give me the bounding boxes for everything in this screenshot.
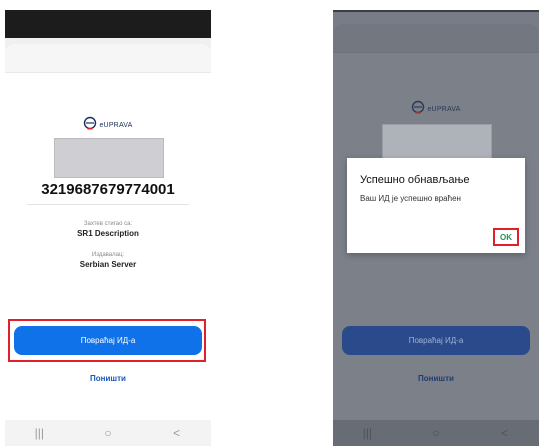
recent-apps-icon[interactable]: ||| bbox=[29, 426, 49, 440]
recover-id-button: Повраћај ИД-а bbox=[342, 326, 530, 355]
back-icon[interactable]: < bbox=[167, 426, 187, 440]
id-number: 3219687679774001 bbox=[41, 181, 175, 198]
dialog-message: Ваш ИД је успешно враћен bbox=[360, 194, 461, 203]
status-bar bbox=[5, 10, 211, 38]
phone-screen-after: eUPRAVA Повраћај ИД-а Поништи Успешно об… bbox=[333, 10, 539, 446]
sheet-header bbox=[5, 44, 211, 73]
back-icon[interactable]: < bbox=[495, 426, 515, 440]
logo-text: eUPRAVA bbox=[427, 106, 461, 113]
issuer-value: Serbian Server bbox=[79, 260, 137, 269]
qr-code-placeholder bbox=[54, 138, 164, 178]
phone-screen-before: eUPRAVA 3219687679774001 Захтев стигао с… bbox=[5, 10, 211, 446]
request-from-value: SR1 Description bbox=[77, 229, 139, 238]
success-dialog: Успешно обнављање Ваш ИД је успешно враћ… bbox=[347, 158, 525, 253]
euprava-logo-icon bbox=[411, 100, 425, 119]
navigation-bar: ||| ○ < bbox=[333, 420, 539, 446]
divider bbox=[27, 204, 189, 205]
euprava-logo: eUPRAVA bbox=[5, 116, 211, 135]
sheet-header bbox=[333, 24, 539, 53]
issuer-label: Издавалац: bbox=[91, 252, 125, 258]
ok-button[interactable]: OK bbox=[493, 228, 519, 246]
status-bar bbox=[333, 10, 539, 12]
home-icon[interactable]: ○ bbox=[426, 426, 446, 440]
recover-id-button[interactable]: Повраћај ИД-а bbox=[14, 326, 202, 355]
request-from-label: Захтев стигао са: bbox=[83, 221, 133, 227]
recent-apps-icon[interactable]: ||| bbox=[357, 426, 377, 440]
cancel-link[interactable]: Поништи bbox=[5, 374, 211, 383]
euprava-logo: eUPRAVA bbox=[333, 100, 539, 119]
bottom-sheet: eUPRAVA 3219687679774001 Захтев стигао с… bbox=[5, 44, 211, 430]
home-icon[interactable]: ○ bbox=[98, 426, 118, 440]
logo-text: eUPRAVA bbox=[99, 122, 133, 129]
cancel-link: Поништи bbox=[418, 374, 454, 383]
navigation-bar: ||| ○ < bbox=[5, 420, 211, 446]
euprava-logo-icon bbox=[83, 116, 97, 135]
dialog-title: Успешно обнављање bbox=[360, 174, 470, 186]
